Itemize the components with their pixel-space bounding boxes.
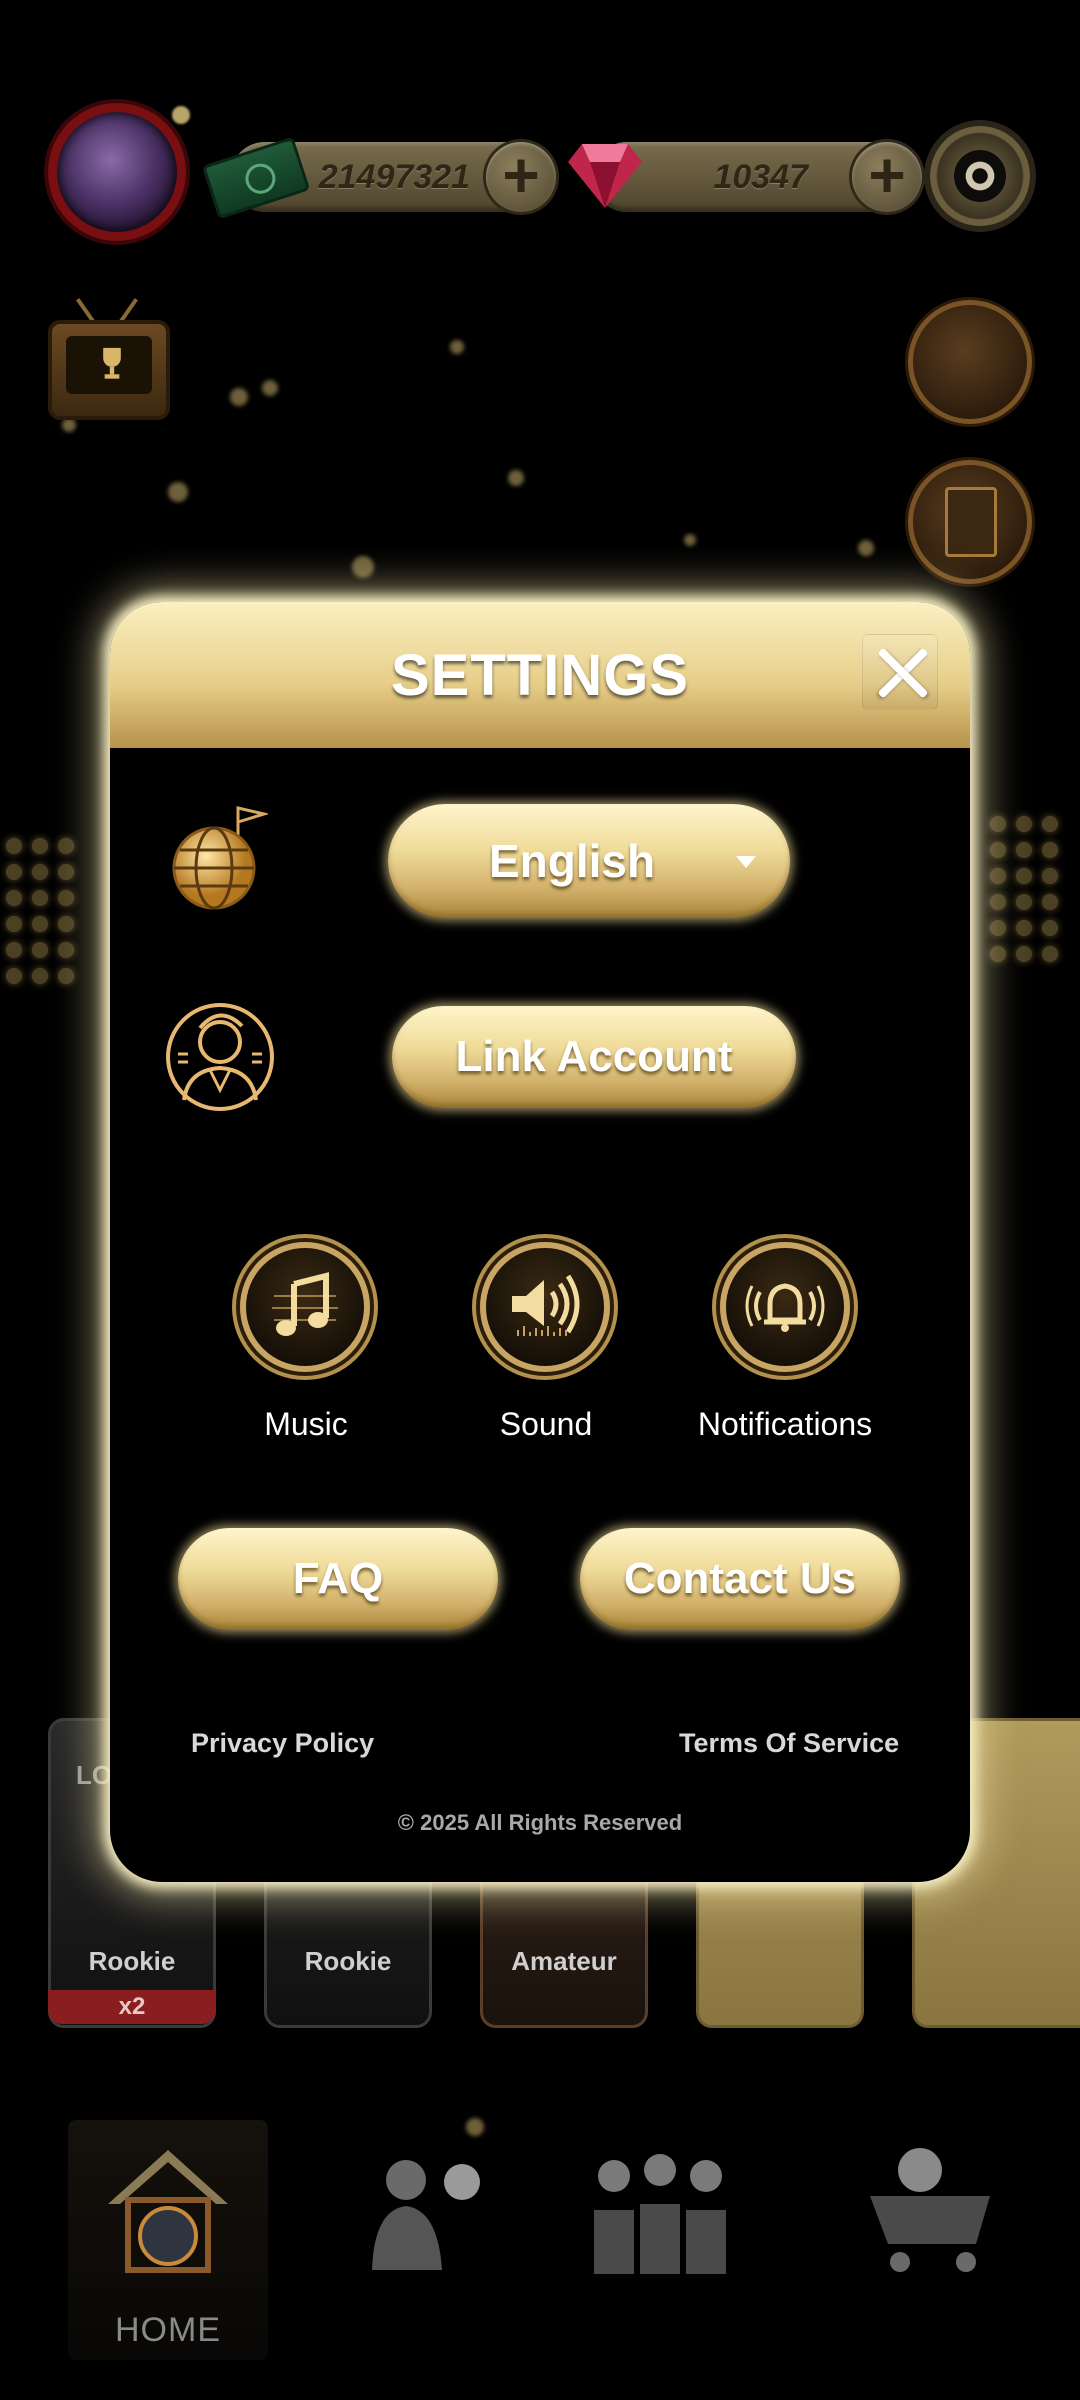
- link-account-button[interactable]: Link Account: [392, 1006, 796, 1108]
- faq-button[interactable]: FAQ: [178, 1528, 498, 1630]
- sparkle: [684, 534, 696, 546]
- copyright-text: © 2025 All Rights Reserved: [397, 1810, 683, 1835]
- house-ball-icon: [108, 2150, 228, 2273]
- player-avatar[interactable]: [48, 103, 186, 241]
- language-value: English: [488, 835, 656, 887]
- card-label: Amateur: [511, 1946, 617, 1976]
- nav-home[interactable]: HOME: [68, 2120, 268, 2360]
- add-cash-button[interactable]: +: [486, 142, 556, 212]
- sparkle: [230, 388, 248, 406]
- speaker-icon: [512, 1274, 580, 1336]
- ruby-gem-icon: [568, 144, 642, 208]
- notification-dot: [172, 106, 190, 124]
- terms-of-service-link[interactable]: Terms Of Service: [679, 1728, 899, 1759]
- sparkle: [262, 380, 278, 396]
- locker-door-icon: [945, 487, 997, 557]
- sparkle: [168, 482, 188, 502]
- modal-title: SETTINGS: [390, 643, 690, 708]
- music-toggle[interactable]: [240, 1242, 370, 1372]
- music-note-icon: [272, 1272, 338, 1336]
- locker-icon[interactable]: [908, 460, 1032, 584]
- chevron-down-icon: [736, 856, 756, 868]
- bell-icon: [745, 1283, 825, 1332]
- sound-toggle[interactable]: [480, 1242, 610, 1372]
- add-gems-button[interactable]: +: [852, 142, 922, 212]
- sparkle: [62, 418, 76, 432]
- language-select[interactable]: English: [388, 804, 790, 918]
- sparkle: [352, 556, 374, 578]
- light-dots-left: [6, 838, 74, 984]
- close-button[interactable]: [862, 634, 938, 710]
- card-multiplier-badge: x2: [48, 1990, 216, 2024]
- music-label: Music: [264, 1406, 348, 1442]
- shopping-cart-icon: [870, 2148, 990, 2272]
- notifications-label: Notifications: [697, 1406, 873, 1442]
- sparkle: [508, 470, 524, 486]
- nav-manager[interactable]: [320, 2120, 520, 2360]
- whistle-clipboard-icon[interactable]: [908, 300, 1032, 424]
- modal-header: SETTINGS: [110, 602, 970, 748]
- sparkle: [858, 540, 874, 556]
- card-label: Rookie: [304, 1946, 392, 1976]
- nav-shop[interactable]: [830, 2120, 1030, 2360]
- globe-flag-icon: [172, 806, 268, 910]
- settings-modal: SETTINGS English Link Account Music Soun…: [110, 602, 970, 1882]
- nav-leaderboard[interactable]: [560, 2120, 760, 2360]
- light-dots-right: [990, 816, 1058, 962]
- contact-us-button[interactable]: Contact Us: [580, 1528, 900, 1630]
- card-label: Rookie: [88, 1946, 176, 1976]
- trophies-podium-icon: [594, 2154, 726, 2274]
- trophy-icon: [103, 347, 121, 379]
- notifications-toggle[interactable]: [720, 1242, 850, 1372]
- card-tag: LO: [76, 1760, 113, 1790]
- sparkle: [450, 340, 464, 354]
- gems-amount: 10347: [713, 158, 808, 196]
- cash-amount: 21497321: [318, 158, 470, 196]
- user-profile-icon: [166, 1003, 274, 1111]
- soccer-gear-icon[interactable]: [930, 126, 1030, 226]
- nav-home-label: HOME: [115, 2311, 221, 2349]
- sound-label: Sound: [499, 1406, 593, 1442]
- trophy-tv-icon[interactable]: [48, 320, 170, 420]
- manager-icon: [372, 2160, 480, 2270]
- privacy-policy-link[interactable]: Privacy Policy: [191, 1728, 374, 1759]
